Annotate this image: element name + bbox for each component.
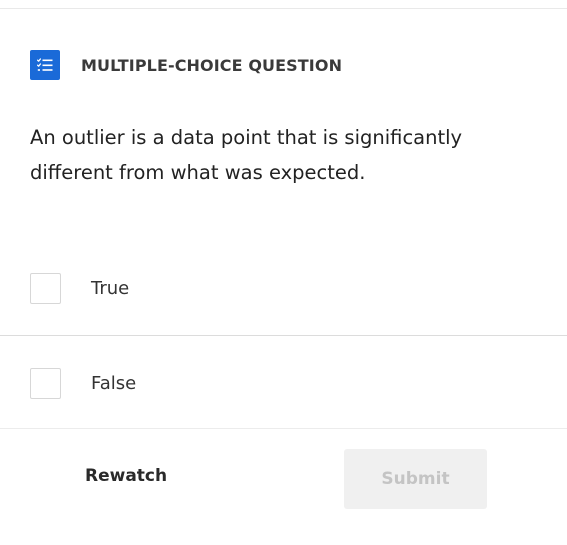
option-false-checkbox[interactable] [30,367,61,399]
question-header: MULTIPLE-CHOICE QUESTION [30,50,342,80]
question-text: An outlier is a data point that is signi… [30,126,463,184]
question-type-label: MULTIPLE-CHOICE QUESTION [81,55,343,75]
rewatch-button[interactable]: Rewatch [85,466,167,486]
footer-divider [0,428,567,429]
option-true-checkbox[interactable] [30,272,61,304]
option-false-label: False [91,372,137,394]
top-divider [0,8,567,9]
checklist-icon [30,50,60,80]
option-true[interactable]: True [0,241,567,335]
option-false[interactable]: False [0,335,567,430]
submit-button[interactable]: Submit [344,449,487,509]
option-true-label: True [91,277,130,299]
